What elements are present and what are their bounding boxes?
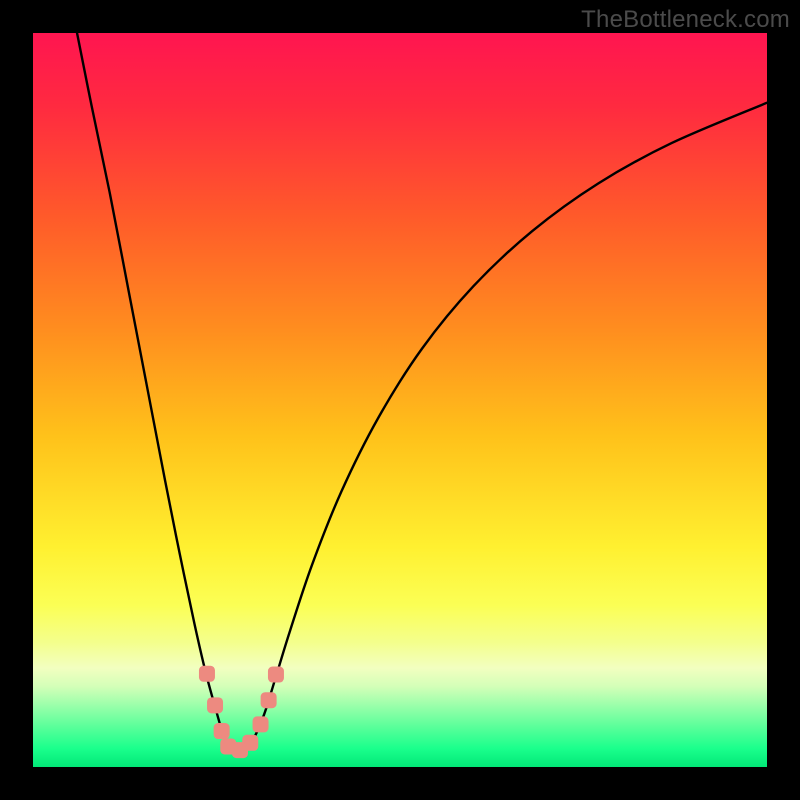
curve-marker bbox=[207, 697, 223, 713]
plot-svg bbox=[33, 33, 767, 767]
curve-marker bbox=[253, 716, 269, 732]
gradient-background bbox=[33, 33, 767, 767]
plot-area bbox=[33, 33, 767, 767]
curve-marker bbox=[261, 692, 277, 708]
curve-marker bbox=[242, 735, 258, 751]
curve-marker bbox=[199, 666, 215, 682]
curve-marker bbox=[214, 723, 230, 739]
outer-frame: TheBottleneck.com bbox=[0, 0, 800, 800]
watermark-label: TheBottleneck.com bbox=[581, 6, 790, 34]
curve-marker bbox=[268, 667, 284, 683]
